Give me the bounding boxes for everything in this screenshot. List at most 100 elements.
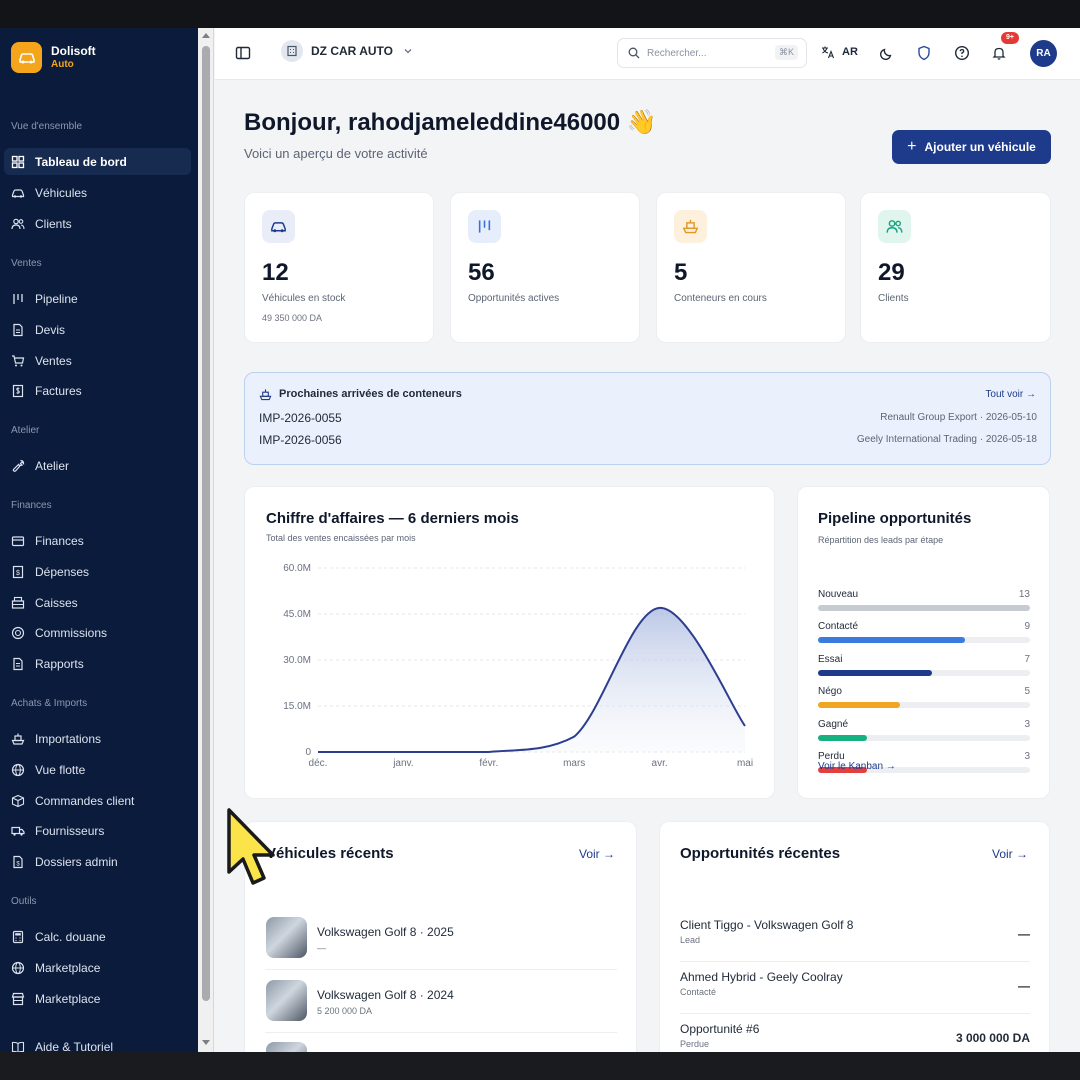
opportunity-row[interactable]: Opportunité #6 Perdue 3 000 000 DA xyxy=(680,1016,1030,1052)
sidebar-item-label: Ventes xyxy=(35,353,72,368)
nav-section-label: Atelier xyxy=(11,425,40,436)
stat-label: Véhicules en stock xyxy=(262,293,346,304)
pipeline-stage-count: 3 xyxy=(1024,751,1030,762)
nav-section-label: Vue d'ensemble xyxy=(11,121,83,132)
help-icon[interactable] xyxy=(954,45,970,61)
opportunity-name: Client Tiggo - Volkswagen Golf 8 xyxy=(680,918,854,932)
scroll-down-arrow-icon[interactable] xyxy=(202,1040,210,1045)
pipeline-stage-row[interactable]: Négo 5 xyxy=(818,686,1030,708)
stat-icon-box xyxy=(468,210,501,243)
sidebar-item-marketplace[interactable]: Marketplace xyxy=(4,954,191,981)
sidebar-item-vue-flotte[interactable]: Vue flotte xyxy=(4,756,191,783)
sidebar-item-ventes[interactable]: Ventes xyxy=(4,347,191,374)
pipeline-card: Pipeline opportunités Répartition des le… xyxy=(797,486,1050,799)
recent-opps-link[interactable]: Voir → xyxy=(992,847,1028,861)
sidebar-item-fournisseurs[interactable]: Fournisseurs xyxy=(4,817,191,844)
stat-card[interactable]: 29 Clients xyxy=(860,192,1051,343)
wrench-icon xyxy=(12,459,25,472)
avatar[interactable]: RA xyxy=(1030,40,1057,67)
search-icon xyxy=(628,47,640,59)
opportunity-amount: — xyxy=(1018,979,1030,993)
sidebar-item-dossiers-admin[interactable]: $ Dossiers admin xyxy=(4,848,191,875)
sidebar-scrollbar[interactable] xyxy=(198,28,214,1052)
sidebar-item-clients[interactable]: Clients xyxy=(4,210,191,237)
sidebar-item-label: Factures xyxy=(35,383,82,398)
pipeline-icon xyxy=(13,293,23,304)
sidebar-item-rapports[interactable]: Rapports xyxy=(4,650,191,677)
sidebar-item-caisses[interactable]: Caisses xyxy=(4,589,191,616)
pipeline-stage-row[interactable]: Contacté 9 xyxy=(818,621,1030,643)
sidebar-item-commandes-client[interactable]: Commandes client xyxy=(4,787,191,814)
stat-value: 12 xyxy=(262,259,289,286)
sidebar-item-label: Importations xyxy=(35,731,102,746)
calculator-icon xyxy=(12,930,24,943)
sidebar-toggle-icon[interactable] xyxy=(235,45,251,61)
sidebar-item-label: Dossiers admin xyxy=(35,854,118,869)
sidebar-item-pipeline[interactable]: Pipeline xyxy=(4,285,191,312)
arrival-row[interactable]: IMP-2026-0056 Geely International Tradin… xyxy=(259,433,1037,447)
chart-y-tick: 0 xyxy=(305,747,311,758)
sidebar-item-factures[interactable]: Factures xyxy=(4,377,191,404)
opportunity-row[interactable]: Client Tiggo - Volkswagen Golf 8 Lead — xyxy=(680,912,1030,964)
brand-name: Dolisoft xyxy=(51,43,96,58)
sidebar-item-tableau-de-bord[interactable]: Tableau de bord xyxy=(4,148,191,175)
translate-icon xyxy=(822,46,835,59)
receipt-icon: $ xyxy=(12,565,24,578)
stat-card[interactable]: 56 Opportunités actives xyxy=(450,192,640,343)
search-input[interactable]: Rechercher... ⌘K xyxy=(617,38,807,68)
sidebar-item-depenses[interactable]: $ Dépenses xyxy=(4,558,191,585)
recent-vehicles-card: Véhicules récents Voir → Volkswagen Golf… xyxy=(244,821,637,1052)
pipeline-stage-row[interactable]: Essai 7 xyxy=(818,654,1030,676)
arrivals-see-all-link[interactable]: Tout voir → xyxy=(985,389,1036,400)
kanban-link[interactable]: Voir le Kanban → xyxy=(818,761,896,772)
stat-card[interactable]: 5 Conteneurs en cours xyxy=(656,192,846,343)
sidebar-item-label: Caisses xyxy=(35,595,78,610)
revenue-area xyxy=(318,607,745,752)
company-selector[interactable]: DZ CAR AUTO xyxy=(281,40,413,62)
opportunity-row[interactable]: Ahmed Hybrid - Geely Coolray Contacté — xyxy=(680,964,1030,1016)
bell-icon[interactable] xyxy=(991,45,1007,61)
scroll-up-arrow-icon[interactable] xyxy=(202,33,210,38)
stat-value: 56 xyxy=(468,259,495,286)
brand[interactable]: Dolisoft Auto xyxy=(11,42,96,73)
language-toggle[interactable]: AR xyxy=(821,45,858,59)
sidebar-item-marketplace[interactable]: Marketplace xyxy=(4,985,191,1012)
pipeline-stage-track xyxy=(818,637,1030,643)
vehicle-row[interactable]: Volkswagen Jetta VS5 · 20244 100 000 DA xyxy=(265,1042,617,1052)
sidebar-item-label: Finances xyxy=(35,533,84,548)
sidebar-item-devis[interactable]: Devis xyxy=(4,316,191,343)
sidebar-item-atelier[interactable]: Atelier xyxy=(4,452,191,479)
stat-label: Clients xyxy=(878,293,909,304)
pipeline-stage-row[interactable]: Gagné 3 xyxy=(818,719,1030,741)
shield-icon[interactable] xyxy=(916,45,932,61)
sidebar-item-vehicules[interactable]: Véhicules xyxy=(4,179,191,206)
recent-vehicles-link[interactable]: Voir → xyxy=(579,847,615,861)
plus-icon: + xyxy=(907,138,917,155)
scroll-thumb[interactable] xyxy=(202,46,210,1001)
opportunity-stage: Lead xyxy=(680,935,701,945)
arrival-row[interactable]: IMP-2026-0055 Renault Group Export · 202… xyxy=(259,411,1037,425)
pipeline-stage-track xyxy=(818,735,1030,741)
sidebar-item-calc-douane[interactable]: Calc. douane xyxy=(4,923,191,950)
stat-subvalue: 49 350 000 DA xyxy=(262,313,323,323)
sidebar-item-help[interactable]: Aide & Tutoriel xyxy=(4,1033,191,1052)
screen-bottom-strip xyxy=(0,1052,1080,1080)
add-vehicle-button[interactable]: + Ajouter un véhicule xyxy=(892,130,1051,164)
globe-icon xyxy=(11,961,25,974)
sidebar-item-commissions[interactable]: Commissions xyxy=(4,619,191,646)
sidebar-item-finances[interactable]: Finances xyxy=(4,527,191,554)
pipeline-title: Pipeline opportunités xyxy=(818,510,972,527)
svg-text:$: $ xyxy=(16,861,20,867)
users-icon xyxy=(886,220,903,233)
sidebar-item-importations[interactable]: Importations xyxy=(4,725,191,752)
moon-icon[interactable] xyxy=(879,45,895,61)
pipeline-stage-row[interactable]: Nouveau 13 xyxy=(818,589,1030,611)
pipeline-stage-count: 13 xyxy=(1018,589,1030,600)
company-name: DZ CAR AUTO xyxy=(311,44,393,58)
sidebar-item-label: Vue flotte xyxy=(35,762,86,777)
pipeline-stage-bar xyxy=(818,605,1030,611)
pipeline-stage-track xyxy=(818,605,1030,611)
stat-card[interactable]: 12 Véhicules en stock 49 350 000 DA xyxy=(244,192,434,343)
sidebar-item-label: Commandes client xyxy=(35,793,135,808)
add-vehicle-label: Ajouter un véhicule xyxy=(924,140,1036,154)
